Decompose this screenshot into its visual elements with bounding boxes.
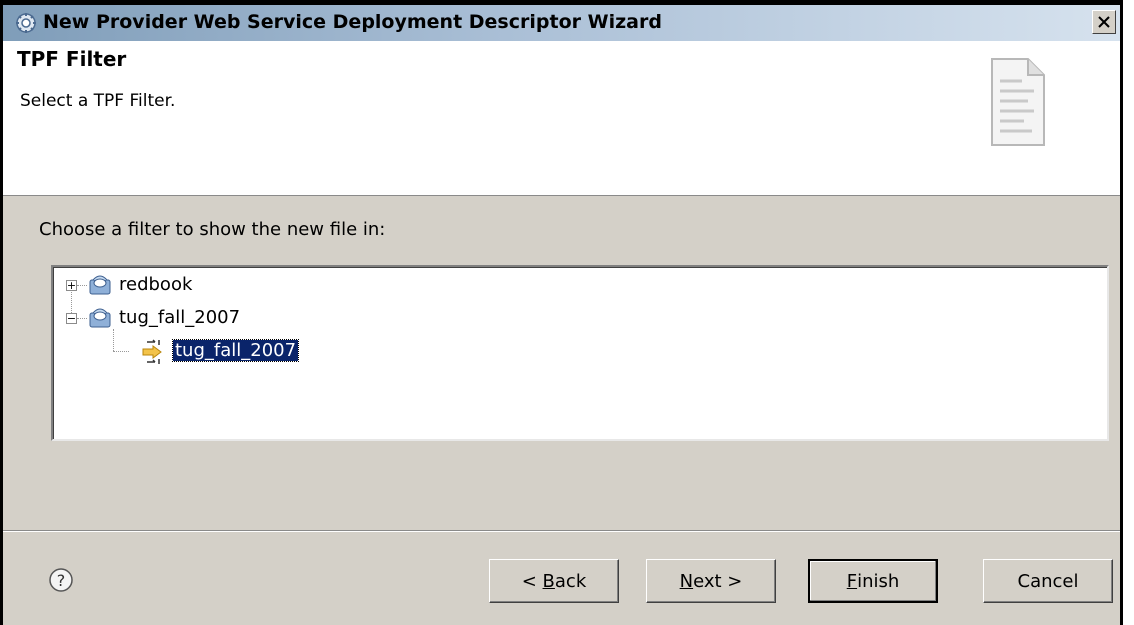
back-button[interactable]: < Back: [489, 559, 619, 603]
finish-rest: inish: [857, 570, 900, 592]
page-title: TPF Filter: [17, 47, 127, 71]
back-prefix: <: [521, 570, 543, 592]
finish-mnemonic: F: [846, 570, 858, 592]
project-icon: [89, 308, 111, 328]
tree-connector: [77, 318, 87, 319]
help-icon[interactable]: ?: [48, 567, 74, 593]
cancel-button[interactable]: Cancel: [983, 559, 1113, 603]
separator: [3, 531, 1120, 532]
expand-toggle[interactable]: +: [66, 280, 77, 291]
close-button[interactable]: [1092, 10, 1116, 34]
filter-tree[interactable]: + redbook − tug_fall_2007 tug_fall_2007: [51, 265, 1109, 441]
tree-connector: [77, 285, 87, 286]
tree-connector: [113, 329, 114, 351]
cancel-label: Cancel: [1017, 570, 1079, 592]
svg-text:?: ?: [57, 571, 66, 590]
wizard-header: TPF Filter Select a TPF Filter.: [3, 41, 1120, 196]
selected-tree-item[interactable]: tug_fall_2007: [171, 339, 300, 362]
tree-item-label[interactable]: tug_fall_2007: [119, 307, 240, 328]
title-bar[interactable]: New Provider Web Service Deployment Desc…: [3, 5, 1120, 41]
page-description: Select a TPF Filter.: [20, 91, 176, 111]
tree-connector: [113, 351, 129, 352]
filter-icon: [142, 339, 162, 364]
window-title: New Provider Web Service Deployment Desc…: [43, 11, 662, 33]
next-button[interactable]: Next >: [646, 559, 776, 603]
collapse-toggle[interactable]: −: [66, 313, 77, 324]
gear-icon: [16, 13, 36, 33]
project-icon: [89, 275, 111, 295]
finish-button[interactable]: Finish: [808, 559, 938, 603]
document-icon: [991, 58, 1045, 146]
close-icon: [1098, 16, 1110, 28]
back-rest: ack: [554, 570, 587, 592]
tree-item-label[interactable]: redbook: [119, 274, 192, 295]
next-mnemonic: N: [679, 570, 694, 592]
back-mnemonic: B: [542, 570, 555, 592]
wizard-window: New Provider Web Service Deployment Desc…: [0, 0, 1123, 625]
filter-prompt: Choose a filter to show the new file in:: [39, 219, 386, 240]
next-rest: ext >: [693, 570, 743, 592]
